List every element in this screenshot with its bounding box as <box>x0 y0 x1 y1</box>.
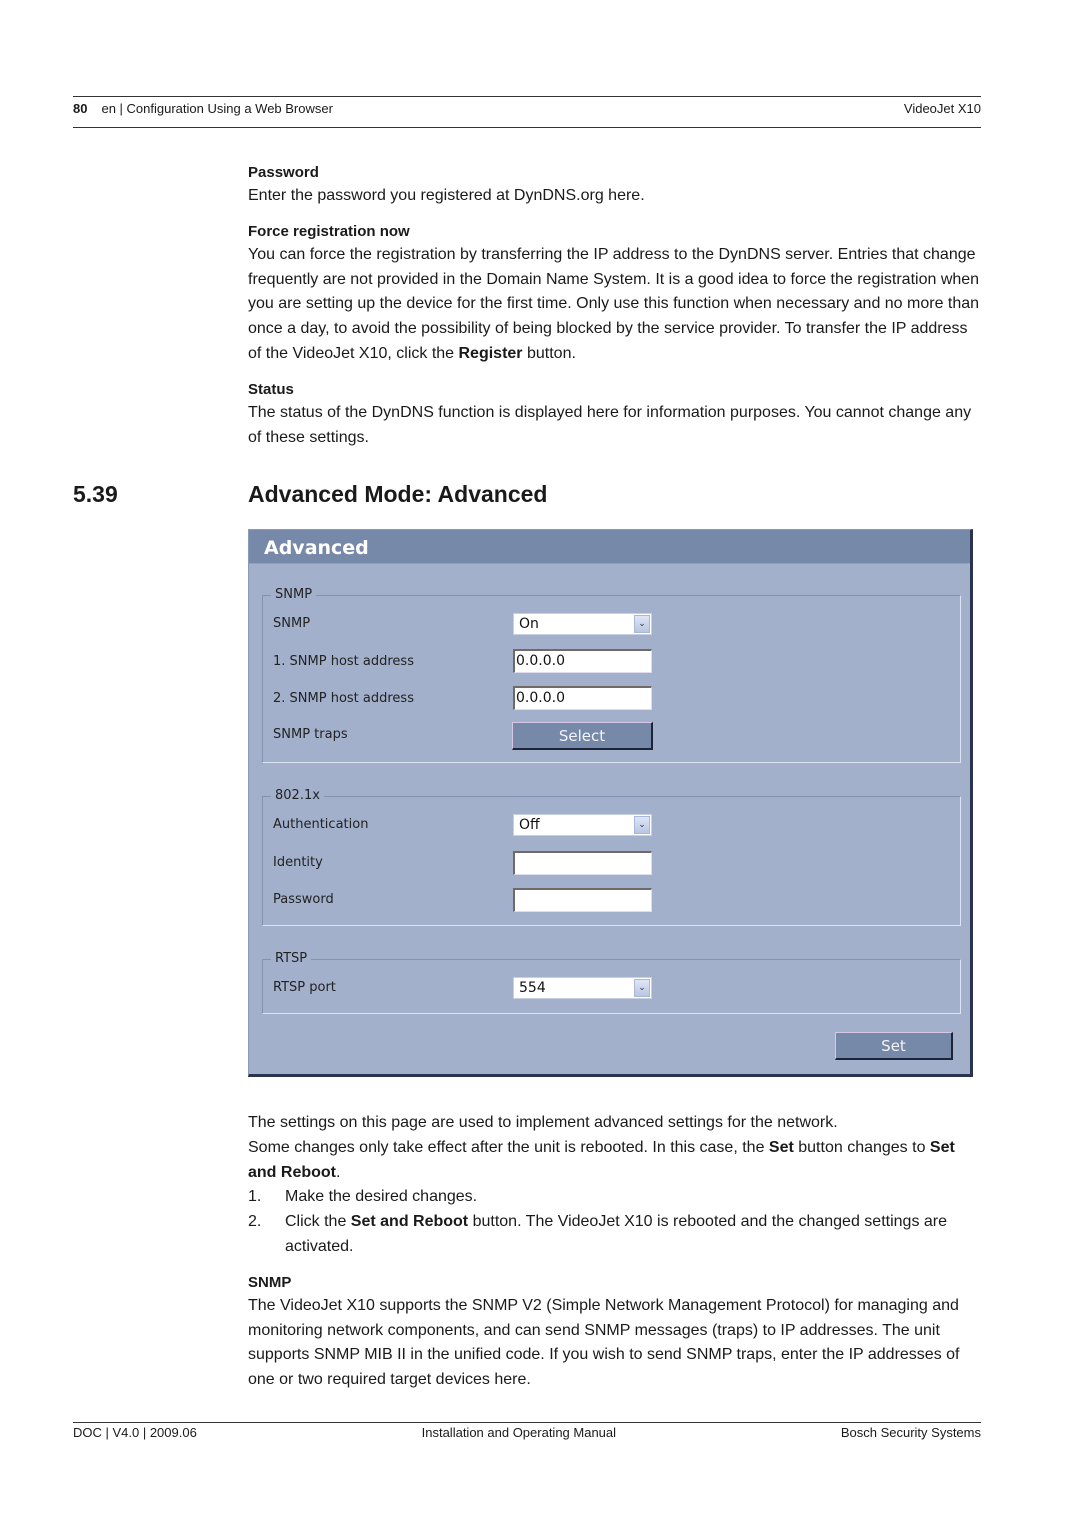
force-registration-text: You can force the registration by transf… <box>248 243 983 367</box>
step-item: 2. Click the Set and Reboot button. The V… <box>248 1210 983 1260</box>
chevron-down-icon[interactable]: ⌄ <box>634 979 650 997</box>
rtsp-fieldset: RTSP RTSP port 554 ⌄ <box>262 951 961 1014</box>
snmp-host1-input[interactable]: 0.0.0.0 <box>513 649 652 673</box>
section-number: 5.39 <box>73 481 118 507</box>
identity-input[interactable] <box>513 851 652 875</box>
set-button[interactable]: Set <box>835 1032 953 1060</box>
set-bold: Set <box>768 1138 794 1156</box>
header-left: 80 en | Configuration Using a Web Browser <box>73 101 333 116</box>
authentication-select[interactable]: Off ⌄ <box>513 814 652 836</box>
authentication-label: Authentication <box>273 817 369 832</box>
password-input[interactable] <box>513 888 652 912</box>
snmp-heading: SNMP <box>248 1273 292 1291</box>
panel-title: Advanced <box>249 530 970 564</box>
snmp-select-value: On <box>519 616 539 632</box>
snmp-host1-label: 1. SNMP host address <box>273 654 414 669</box>
status-heading: Status <box>248 380 294 398</box>
dot1x-fieldset: 802.1x Authentication Off ⌄ Identity Pas… <box>262 788 961 926</box>
chevron-down-icon[interactable]: ⌄ <box>634 816 650 834</box>
password-text: Enter the password you registered at Dyn… <box>248 187 645 204</box>
snmp-text: The VideoJet X10 supports the SNMP V2 (S… <box>248 1296 960 1389</box>
page-footer: DOC | V4.0 | 2009.06 Installation and Op… <box>73 1425 981 1440</box>
snmp-host2-input[interactable]: 0.0.0.0 <box>513 686 652 710</box>
description-section: The settings on this page are used to im… <box>248 1111 983 1393</box>
snmp-traps-select-button[interactable]: Select <box>512 722 653 750</box>
description-line1: The settings on this page are used to im… <box>248 1114 838 1131</box>
snmp-fieldset: SNMP SNMP On ⌄ 1. SNMP host address 0.0.… <box>262 587 961 763</box>
identity-label: Identity <box>273 855 323 870</box>
authentication-select-value: Off <box>519 817 540 833</box>
rtsp-port-select[interactable]: 554 ⌄ <box>513 977 652 999</box>
step-item: 1. Make the desired changes. <box>248 1185 983 1210</box>
snmp-label: SNMP <box>273 616 311 631</box>
step-text-a: Click the <box>285 1213 351 1231</box>
snmp-host2-label: 2. SNMP host address <box>273 691 414 706</box>
manual-title: Installation and Operating Manual <box>421 1425 617 1440</box>
description-line2-c: . <box>336 1163 341 1181</box>
rtsp-port-label: RTSP port <box>273 980 336 995</box>
company-name: Bosch Security Systems <box>840 1425 981 1440</box>
chapter-title: en | Configuration Using a Web Browser <box>101 101 333 116</box>
snmp-legend: SNMP <box>271 587 317 602</box>
force-registration-text-a: You can force the registration by transf… <box>248 245 980 362</box>
steps-list: 1. Make the desired changes. 2. Click the … <box>248 1185 983 1259</box>
section-title: Advanced Mode: Advanced <box>248 481 548 507</box>
intro-section: Password Enter the password you register… <box>248 162 983 450</box>
description-line2: Some changes only take effect after the … <box>248 1136 983 1186</box>
step-bold: Set and Reboot <box>350 1213 469 1231</box>
force-registration-heading: Force registration now <box>248 222 410 240</box>
rtsp-port-select-value: 554 <box>519 980 546 996</box>
description-line2-a: Some changes only take effect after the … <box>248 1138 769 1156</box>
page-number: 80 <box>73 101 88 116</box>
page-header: 80 en | Configuration Using a Web Browser… <box>73 101 981 116</box>
force-registration-text-b: button. <box>522 344 576 362</box>
product-name: VideoJet X10 <box>903 101 981 116</box>
step-number: 2. <box>248 1213 262 1231</box>
snmp-select[interactable]: On ⌄ <box>513 613 652 635</box>
dot1x-legend: 802.1x <box>271 788 324 803</box>
rtsp-legend: RTSP <box>271 951 312 966</box>
description-line2-b: button changes to <box>793 1138 930 1156</box>
password-label: Password <box>273 892 334 907</box>
register-bold: Register <box>458 344 523 362</box>
header-rule-bottom <box>73 127 981 128</box>
status-text: The status of the DynDNS function is dis… <box>248 403 972 446</box>
step-text: Make the desired changes. <box>285 1188 478 1206</box>
step-number: 1. <box>248 1188 262 1206</box>
chevron-down-icon[interactable]: ⌄ <box>634 615 650 633</box>
header-rule-top <box>73 96 981 97</box>
snmp-traps-label: SNMP traps <box>273 727 348 742</box>
footer-rule <box>73 1422 981 1423</box>
advanced-settings-panel: Advanced SNMP SNMP On ⌄ 1. SNMP host add… <box>248 529 973 1077</box>
password-heading: Password <box>248 164 319 181</box>
doc-version: DOC | V4.0 | 2009.06 <box>73 1425 197 1440</box>
